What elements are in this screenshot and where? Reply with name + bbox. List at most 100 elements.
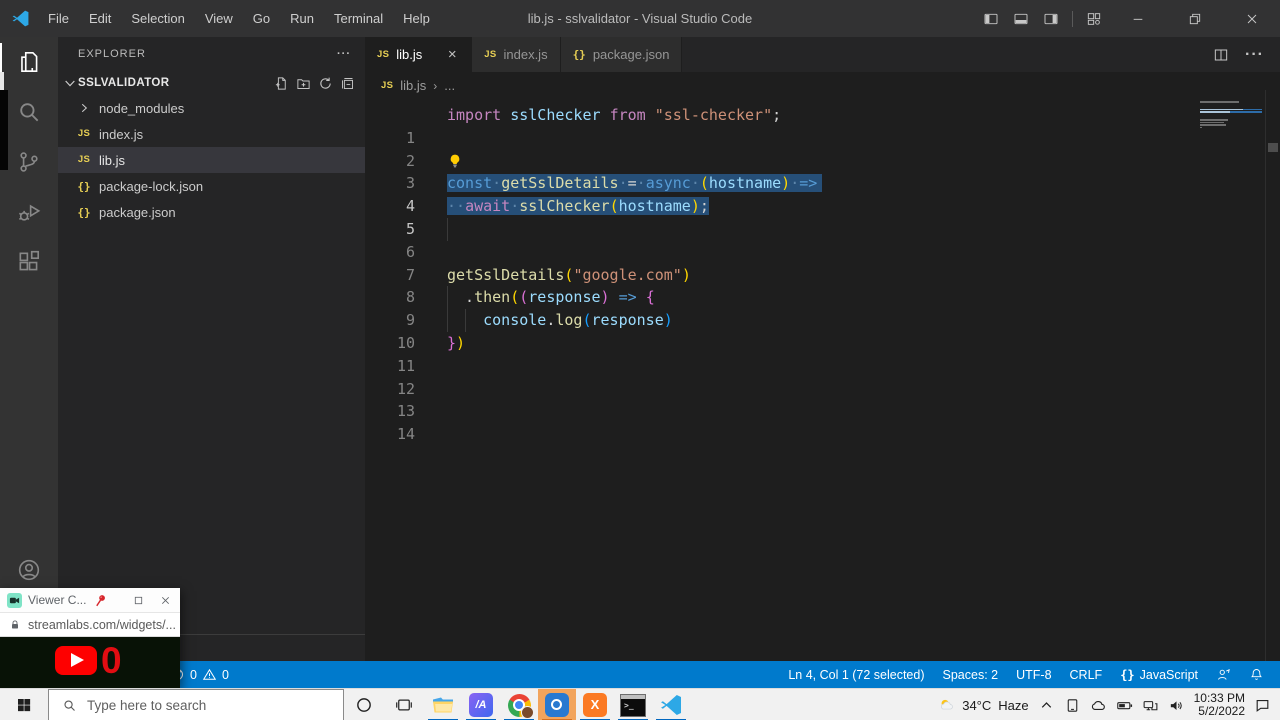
scrollbar-thumb[interactable] xyxy=(1268,143,1278,152)
onedrive-icon[interactable] xyxy=(1090,697,1107,714)
tab-lib.js[interactable]: JSlib.js × xyxy=(365,37,472,72)
file-item-node_modules[interactable]: node_modules xyxy=(58,95,365,121)
code-area[interactable]: 1 import sslChecker from "ssl-checker"; … xyxy=(365,104,1200,423)
start-button[interactable] xyxy=(0,689,48,720)
viewer-count-window: Viewer C... streamlabs.com/widgets/... 0 xyxy=(0,588,180,688)
menu-bar: FileEditSelectionViewGoRunTerminalHelp xyxy=(38,0,440,37)
status-cursor-position[interactable]: Ln 4, Col 1 (72 selected) xyxy=(780,661,932,688)
file-item-package-lock.json[interactable]: {}package-lock.json xyxy=(58,173,365,199)
network-icon[interactable] xyxy=(1142,697,1159,714)
activity-search-button[interactable] xyxy=(0,87,58,137)
battery-icon[interactable] xyxy=(1116,697,1133,714)
code-line-11[interactable]: 11 }) xyxy=(365,332,1200,355)
overlay-close-button[interactable] xyxy=(155,595,176,606)
menu-view[interactable]: View xyxy=(195,0,243,37)
collapse-all-icon[interactable] xyxy=(340,76,355,91)
taskbar-app-vscode[interactable] xyxy=(652,689,690,720)
code-line-9[interactable]: 9 .then((response) => { xyxy=(365,286,1200,309)
breadcrumb-symbol[interactable]: ... xyxy=(444,78,455,93)
weather-widget[interactable]: 34°C Haze xyxy=(938,697,1028,714)
file-item-package.json[interactable]: {}package.json xyxy=(58,199,365,225)
status-notifications[interactable] xyxy=(1241,661,1272,688)
js-file-icon: JS xyxy=(78,155,90,165)
status-language[interactable]: {} JavaScript xyxy=(1112,661,1206,688)
status-feedback[interactable] xyxy=(1208,661,1239,688)
menu-selection[interactable]: Selection xyxy=(121,0,194,37)
tab-index.js[interactable]: JSindex.js xyxy=(472,37,560,72)
chrome-profile-avatar xyxy=(521,706,534,719)
code-line-8[interactable]: 8 getSslDetails("google.com") xyxy=(365,264,1200,287)
code-line-13[interactable]: 13 xyxy=(365,378,1200,401)
device-tray-icon[interactable] xyxy=(1064,697,1081,714)
volume-icon[interactable] xyxy=(1168,697,1185,714)
toggle-secondary-sidebar-icon[interactable] xyxy=(1036,0,1066,37)
status-eol[interactable]: CRLF xyxy=(1062,661,1111,688)
code-line-5[interactable]: 5 ··await·sslChecker(hostname); xyxy=(365,195,1200,218)
close-window-button[interactable] xyxy=(1223,0,1280,37)
taskbar-app-file-explorer[interactable] xyxy=(424,689,462,720)
code-line-10[interactable]: 10 console.log(response) xyxy=(365,309,1200,332)
file-item-lib.js[interactable]: JSlib.js xyxy=(58,147,365,173)
task-view-button[interactable] xyxy=(384,689,424,720)
minimize-button[interactable] xyxy=(1109,0,1166,37)
taskbar-app-xampp[interactable]: X xyxy=(576,689,614,720)
overlay-maximize-button[interactable] xyxy=(128,595,149,606)
explorer-sidebar: EXPLORER ··· SSLVALIDATOR node_modules J… xyxy=(58,37,365,661)
menu-terminal[interactable]: Terminal xyxy=(324,0,393,37)
overlay-address-bar[interactable]: streamlabs.com/widgets/... xyxy=(0,613,180,637)
status-indentation[interactable]: Spaces: 2 xyxy=(935,661,1007,688)
code-line-12[interactable]: 12 xyxy=(365,355,1200,378)
menu-help[interactable]: Help xyxy=(393,0,440,37)
status-encoding[interactable]: UTF-8 xyxy=(1008,661,1059,688)
overlay-url[interactable]: streamlabs.com/widgets/... xyxy=(28,618,176,632)
menu-file[interactable]: File xyxy=(38,0,79,37)
taskbar-search-input[interactable]: Type here to search xyxy=(48,689,344,720)
activity-explorer-button[interactable] xyxy=(0,37,58,87)
taskbar-app-terminal[interactable]: >_ xyxy=(614,689,652,720)
customize-layout-icon[interactable] xyxy=(1079,0,1109,37)
minimap[interactable] xyxy=(1200,101,1262,137)
code-line-2[interactable]: 2 xyxy=(365,127,1200,150)
toggle-panel-icon[interactable] xyxy=(1006,0,1036,37)
code-line-6[interactable]: 6 xyxy=(365,218,1200,241)
lightbulb-icon[interactable] xyxy=(447,153,463,169)
explorer-more-actions-icon[interactable]: ··· xyxy=(337,48,351,60)
search-icon xyxy=(62,698,77,713)
overlay-title-bar[interactable]: Viewer C... xyxy=(0,588,180,613)
toggle-primary-sidebar-icon[interactable] xyxy=(976,0,1006,37)
cortana-button[interactable] xyxy=(344,689,384,720)
editor-scrollbar[interactable] xyxy=(1265,90,1280,661)
taskbar-clock[interactable]: 10:33 PM 5/2/2022 xyxy=(1194,692,1245,719)
taskbar-app-chrome[interactable] xyxy=(500,689,538,720)
split-editor-icon[interactable] xyxy=(1213,47,1229,63)
menu-edit[interactable]: Edit xyxy=(79,0,121,37)
background-window-artifact xyxy=(0,90,8,170)
menu-run[interactable]: Run xyxy=(280,0,324,37)
refresh-icon[interactable] xyxy=(318,76,333,91)
new-file-icon[interactable] xyxy=(274,76,289,91)
activity-extensions-button[interactable] xyxy=(0,237,58,287)
code-line-1[interactable]: 1 import sslChecker from "ssl-checker"; xyxy=(365,104,1200,127)
breadcrumb-file[interactable]: lib.js xyxy=(400,78,426,93)
code-line-4[interactable]: 4 const·getSslDetails·=·async·(hostname)… xyxy=(365,172,1200,195)
activity-source-control-button[interactable] xyxy=(0,137,58,187)
action-center-icon[interactable] xyxy=(1254,697,1271,714)
tab-package.json[interactable]: {}package.json xyxy=(561,37,683,72)
code-line-14[interactable]: 14 xyxy=(365,400,1200,423)
explorer-section-header[interactable]: SSLVALIDATOR xyxy=(58,71,365,95)
taskbar-app-streamlabs[interactable] xyxy=(538,689,576,720)
taskbar-app-app-a[interactable]: /A xyxy=(462,689,500,720)
menu-go[interactable]: Go xyxy=(243,0,280,37)
close-tab-icon[interactable]: × xyxy=(445,46,459,63)
hidden-icons-chevron[interactable] xyxy=(1038,697,1055,714)
breadcrumb[interactable]: JS lib.js › ... xyxy=(365,72,1280,99)
activity-run-debug-button[interactable] xyxy=(0,187,58,237)
code-line-7[interactable]: 7 xyxy=(365,241,1200,264)
file-item-index.js[interactable]: JSindex.js xyxy=(58,121,365,147)
editor-more-actions-icon[interactable]: ··· xyxy=(1245,46,1264,64)
new-folder-icon[interactable] xyxy=(296,76,311,91)
restore-button[interactable] xyxy=(1166,0,1223,37)
minimap-line xyxy=(1200,101,1262,103)
code-line-3[interactable]: 3 xyxy=(365,150,1200,173)
terminal-icon: >_ xyxy=(620,694,646,717)
